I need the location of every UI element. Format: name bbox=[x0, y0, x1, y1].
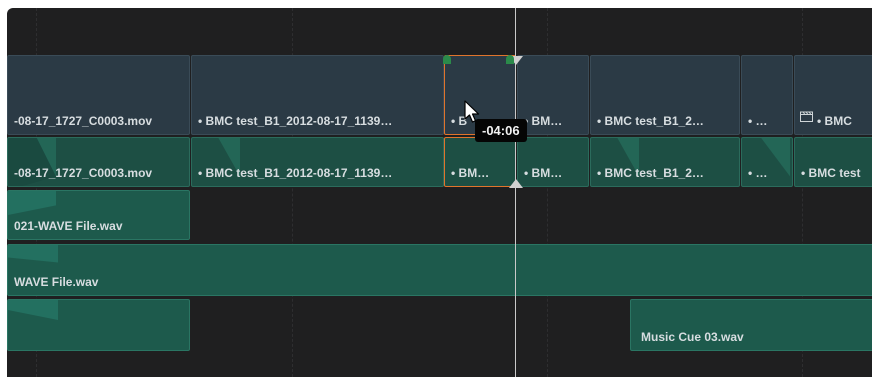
video-clip[interactable]: • … bbox=[741, 137, 793, 187]
video-clip-selected[interactable]: • BM… bbox=[444, 137, 516, 187]
trim-handle-left-icon[interactable] bbox=[443, 55, 451, 64]
trim-handle-right-icon[interactable] bbox=[506, 55, 514, 64]
clip-label: • BMC test_B1_2012-08-17_1139… bbox=[198, 166, 393, 180]
video-clip[interactable]: • BMC test_B1_2012-08-17_1139… bbox=[191, 55, 444, 135]
video-clip[interactable]: • BM… bbox=[517, 55, 589, 135]
clip-label: • BM… bbox=[524, 166, 563, 180]
clip-label: -08-17_1727_C0003.mov bbox=[14, 166, 153, 180]
clip-label: -08-17_1727_C0003.mov bbox=[14, 114, 153, 128]
audio-clip[interactable]: 021-WAVE File.wav bbox=[7, 190, 190, 240]
video-clip[interactable]: • … bbox=[741, 55, 793, 135]
video-clip[interactable]: -08-17_1727_C0003.mov bbox=[7, 55, 190, 135]
video-clip[interactable]: • BMC test bbox=[794, 137, 872, 187]
video-track-2: -08-17_1727_C0003.mov • BMC test_B1_2012… bbox=[7, 55, 872, 135]
audio-track-1: 021-WAVE File.wav bbox=[7, 190, 872, 240]
clip-label: • BMC test_B1_2012-08-17_1139… bbox=[198, 114, 393, 128]
video-clip[interactable]: • BMC test_B1_2… bbox=[590, 55, 740, 135]
clip-label: • … bbox=[748, 166, 768, 180]
video-clip[interactable]: • BMC test_B1_2012-08-17_1139… bbox=[191, 137, 444, 187]
clip-label: Music Cue 03.wav bbox=[641, 330, 744, 344]
mouse-pointer-icon bbox=[463, 100, 483, 129]
audio-clip[interactable]: Music Cue 03.wav bbox=[630, 299, 872, 351]
clip-label: • … bbox=[748, 114, 768, 128]
audio-track-2: WAVE File.wav bbox=[7, 244, 872, 296]
clip-label: • BMC test bbox=[801, 166, 861, 180]
audio-track-3: Music Cue 03.wav bbox=[7, 299, 872, 351]
video-track-1: -08-17_1727_C0003.mov • BMC test_B1_2012… bbox=[7, 137, 872, 187]
clip-label: WAVE File.wav bbox=[14, 275, 99, 289]
audio-clip[interactable] bbox=[7, 299, 190, 351]
audio-clip[interactable]: WAVE File.wav bbox=[7, 244, 872, 296]
timeline-panel[interactable]: -08-17_1727_C0003.mov • BMC test_B1_2012… bbox=[7, 8, 872, 377]
clip-label: 021-WAVE File.wav bbox=[14, 219, 123, 233]
video-clip[interactable]: • BMC test_B1_2… bbox=[590, 137, 740, 187]
clip-label: • BM… bbox=[524, 114, 563, 128]
clip-label: • BMC test_B1_2… bbox=[597, 114, 704, 128]
clip-label: • BM… bbox=[451, 166, 490, 180]
video-clip[interactable]: • BM… bbox=[517, 137, 589, 187]
playhead-bottom-marker-icon bbox=[509, 179, 523, 188]
video-clip[interactable]: -08-17_1727_C0003.mov bbox=[7, 137, 190, 187]
clip-label: • BMC bbox=[817, 114, 852, 128]
video-clip[interactable]: • BMC bbox=[794, 55, 872, 135]
clapperboard-icon bbox=[800, 109, 813, 127]
clip-label: • BMC test_B1_2… bbox=[597, 166, 704, 180]
